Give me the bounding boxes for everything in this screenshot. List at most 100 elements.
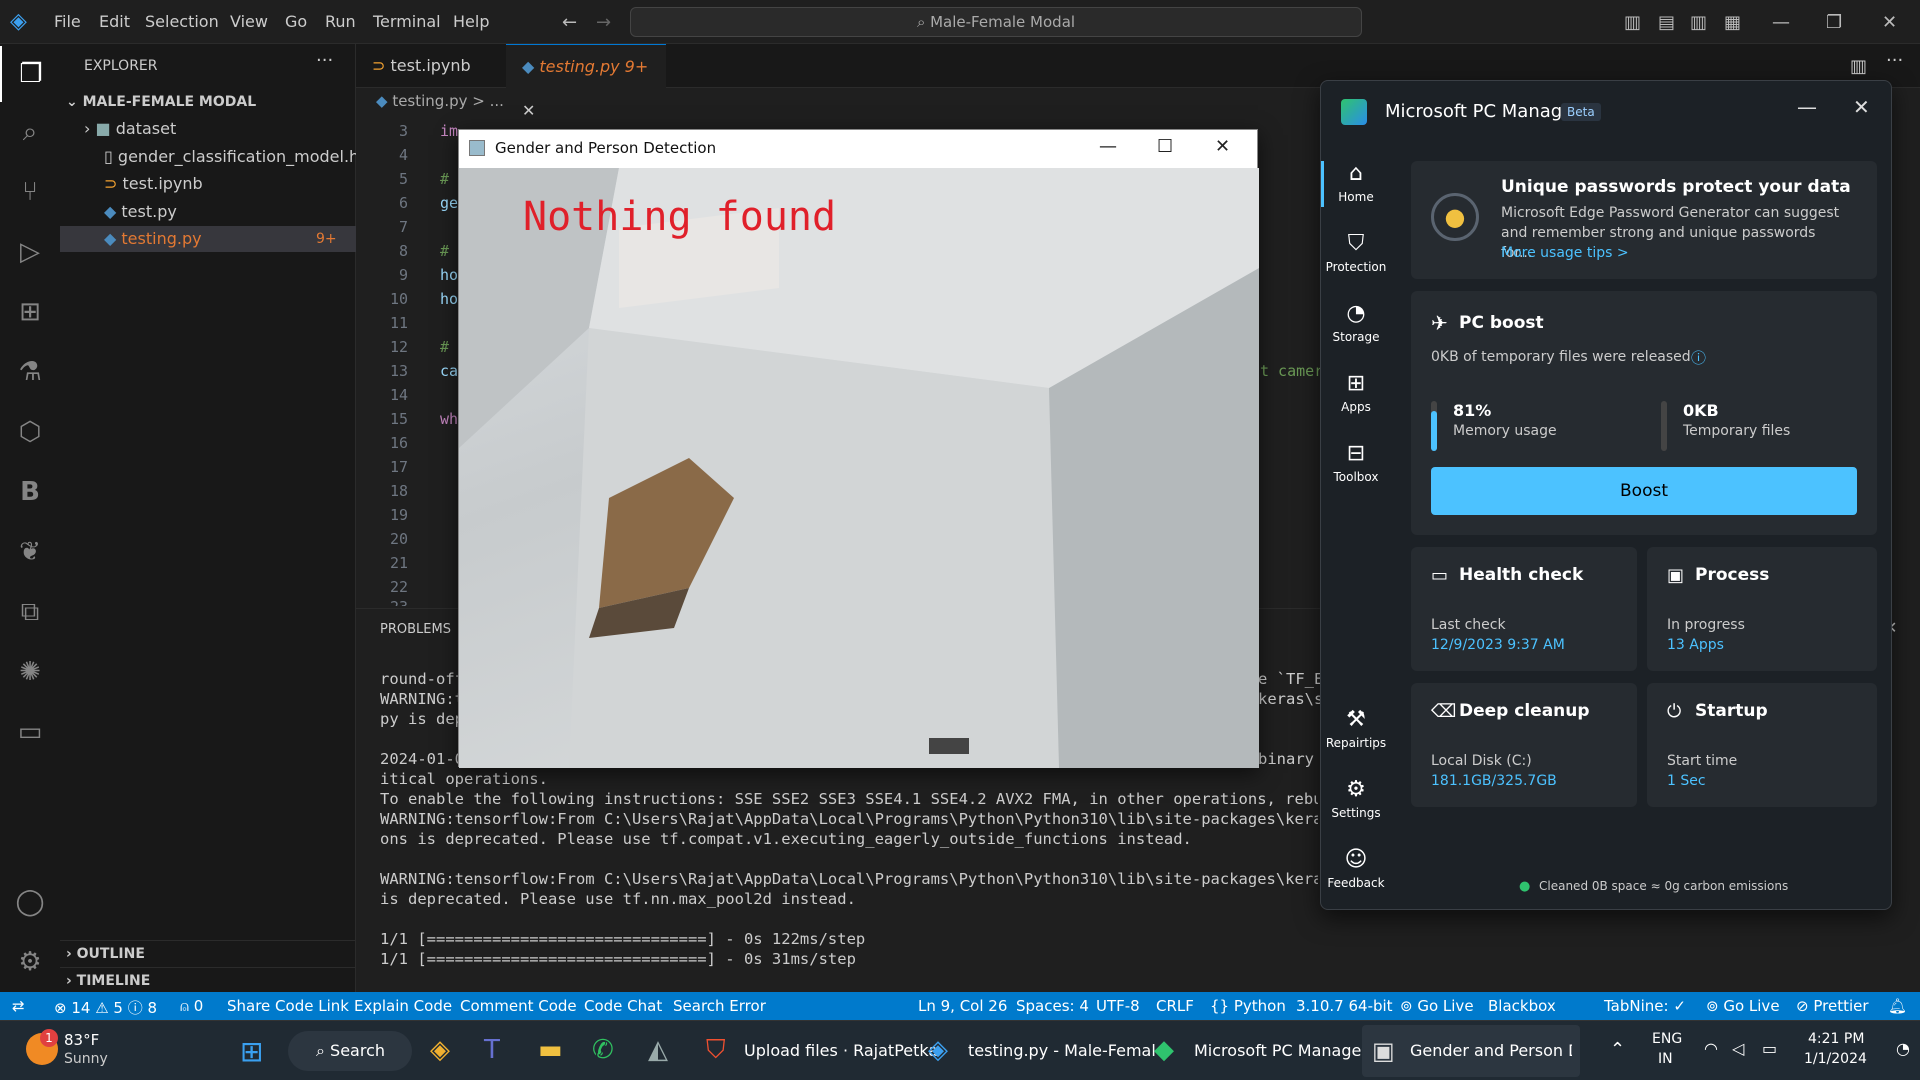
toggle-secondary-sidebar-icon[interactable]: ▥ xyxy=(1690,12,1707,33)
more-tips-link[interactable]: More usage tips > xyxy=(1501,245,1629,261)
notification-bell-icon[interactable]: ◔ xyxy=(1896,1039,1910,1058)
toggle-panel-icon[interactable]: ▤ xyxy=(1658,12,1675,33)
maximize-icon[interactable]: ☐ xyxy=(1157,136,1173,157)
timeline-section[interactable]: › TIMELINE xyxy=(60,967,356,993)
menu-view[interactable]: View xyxy=(230,12,268,31)
close-tab-icon[interactable]: ✕ xyxy=(522,101,535,120)
boost-button[interactable]: Boost xyxy=(1431,467,1857,515)
settings-gear-icon[interactable]: ⚙ xyxy=(0,934,60,990)
explain-code[interactable]: Explain Code xyxy=(354,997,452,1015)
folder-header[interactable]: ⌄ MALE-FEMALE MODAL xyxy=(60,89,356,115)
weather-temp[interactable]: 83°F xyxy=(64,1031,99,1049)
menu-go[interactable]: Go xyxy=(285,12,307,31)
prettier-status[interactable]: ⊘ Prettier xyxy=(1796,997,1869,1015)
menu-edit[interactable]: Edit xyxy=(99,12,130,31)
tree-item-testing-py[interactable]: ◆ testing.py 9+ xyxy=(60,226,356,252)
menu-terminal[interactable]: Terminal xyxy=(373,12,441,31)
taskbar-app-brave[interactable]: Upload files · RajatPetka xyxy=(744,1041,938,1060)
startup-card[interactable]: ⏻ Startup Start time 1 Sec xyxy=(1647,683,1877,807)
remote-explorer-icon[interactable]: ⬡ xyxy=(0,404,60,460)
tabnine-status[interactable]: TabNine: ✓ xyxy=(1604,997,1686,1015)
mongodb-leaf-icon[interactable]: ❦ xyxy=(0,524,60,580)
taskbar-search[interactable]: ⌕ Search xyxy=(288,1031,412,1071)
taskbar-app-pcmanager[interactable]: Microsoft PC Manager xyxy=(1194,1041,1368,1060)
outline-section[interactable]: › OUTLINE xyxy=(60,940,356,966)
battery-icon[interactable]: ▭ xyxy=(1762,1039,1777,1058)
tab-testing-py[interactable]: ◆ testing.py 9+ ✕ xyxy=(506,44,666,120)
python-icon[interactable]: ⧉ xyxy=(0,584,60,640)
windows-start-icon[interactable]: ⊞ xyxy=(240,1035,263,1068)
breadcrumb[interactable]: ◆ testing.py > ... xyxy=(376,92,504,110)
process-card[interactable]: ▣ Process In progress 13 Apps xyxy=(1647,547,1877,671)
vscode-icon[interactable]: ◈ xyxy=(928,1035,948,1065)
command-center-search[interactable]: ⌕ Male-Female Modal xyxy=(630,7,1362,37)
taskbar-app-detection[interactable]: Gender and Person Dete xyxy=(1410,1041,1572,1060)
health-check-card[interactable]: ▭ Health check Last check 12/9/2023 9:37… xyxy=(1411,547,1637,671)
menu-selection[interactable]: Selection xyxy=(145,12,219,31)
openai-icon[interactable]: ✺ xyxy=(0,644,60,700)
brave-icon[interactable]: ⛉ xyxy=(706,1035,726,1066)
go-live-2[interactable]: ⊚ Go Live xyxy=(1706,997,1780,1015)
split-editor-icon[interactable]: ▥ xyxy=(1850,56,1867,77)
run-debug-icon[interactable]: ▷ xyxy=(0,224,60,280)
explorer-icon[interactable]: ❐ xyxy=(0,46,60,102)
encoding[interactable]: UTF-8 xyxy=(1096,997,1140,1015)
python-version[interactable]: 3.10.7 64-bit xyxy=(1296,997,1393,1015)
cv-window-icon[interactable]: ▣ xyxy=(1372,1037,1395,1065)
more-actions-icon[interactable]: ··· xyxy=(1886,50,1903,71)
app-icon[interactable]: ◭ xyxy=(648,1035,668,1065)
clock-time[interactable]: 4:21 PM xyxy=(1808,1031,1864,1047)
account-icon[interactable]: ◯ xyxy=(0,874,60,930)
indentation[interactable]: Spaces: 4 xyxy=(1016,997,1089,1015)
code-chat[interactable]: Code Chat xyxy=(584,997,662,1015)
customize-layout-icon[interactable]: ▦ xyxy=(1724,12,1741,33)
ports-status[interactable]: ⍝ 0 xyxy=(180,997,203,1015)
tab-test-ipynb[interactable]: ⊃ test.ipynb xyxy=(356,44,506,88)
minimize-icon[interactable]: — xyxy=(1797,95,1817,119)
nav-apps[interactable]: ⊞ Apps xyxy=(1321,371,1391,414)
tree-item-dataset[interactable]: › ■ dataset xyxy=(60,116,356,142)
tree-item-ipynb[interactable]: ⊃ test.ipynb xyxy=(60,171,356,197)
nav-home[interactable]: ⌂ Home xyxy=(1321,161,1391,204)
nav-settings[interactable]: ⚙ Settings xyxy=(1321,777,1391,820)
close-icon[interactable]: ✕ xyxy=(1215,136,1230,157)
nav-repairtips[interactable]: ⚒ Repairtips xyxy=(1321,707,1391,750)
volume-icon[interactable]: ◁ xyxy=(1732,1039,1744,1058)
blackbox-icon[interactable]: B xyxy=(0,464,60,520)
tree-item-h5[interactable]: ▯ gender_classification_model.h5 xyxy=(60,144,369,170)
notifications-icon[interactable]: 🔔︎ xyxy=(1888,997,1907,1015)
copilot-icon[interactable]: ◈ xyxy=(430,1035,450,1065)
chevron-up-icon[interactable]: ⌃ xyxy=(1610,1039,1625,1060)
toggle-sidebar-icon[interactable]: ▥ xyxy=(1624,12,1641,33)
nav-protection[interactable]: ⛉ Protection xyxy=(1321,231,1391,274)
language-code[interactable]: ENG xyxy=(1652,1031,1682,1047)
teams-icon[interactable]: T xyxy=(484,1035,500,1065)
more-actions-icon[interactable]: ··· xyxy=(316,50,333,71)
minimize-icon[interactable]: — xyxy=(1099,136,1117,157)
search-error[interactable]: Search Error xyxy=(673,997,766,1015)
whatsapp-icon[interactable]: ✆ xyxy=(592,1035,614,1065)
restore-icon[interactable]: ❐ xyxy=(1826,12,1842,33)
deep-cleanup-card[interactable]: ⌫ Deep cleanup Local Disk (C:) 181.1GB/3… xyxy=(1411,683,1637,807)
testing-icon[interactable]: ⚗ xyxy=(0,344,60,400)
pc-manager-window[interactable]: Microsoft PC Manager Beta — ✕ ⌂ Home ⛉ Pro… xyxy=(1320,80,1892,910)
source-control-icon[interactable]: ⑂ xyxy=(0,164,60,220)
wifi-icon[interactable]: ◠ xyxy=(1704,1039,1718,1058)
back-arrow-icon[interactable]: ← xyxy=(562,12,577,33)
menu-run[interactable]: Run xyxy=(325,12,356,31)
tab-problems[interactable]: PROBLEMS xyxy=(380,622,451,637)
tip-card[interactable]: ● Unique passwords protect your data Mic… xyxy=(1411,161,1877,279)
menu-file[interactable]: File xyxy=(54,12,81,31)
file-explorer-icon[interactable]: ▬ xyxy=(538,1035,563,1065)
gender-detection-window[interactable]: Gender and Person Detection — ☐ ✕ Nothin… xyxy=(458,129,1259,768)
forward-arrow-icon[interactable]: → xyxy=(596,12,611,33)
nav-toolbox[interactable]: ⊟ Toolbox xyxy=(1321,441,1391,484)
share-code-link[interactable]: Share Code Link xyxy=(227,997,349,1015)
go-live[interactable]: ⊚ Go Live xyxy=(1400,997,1474,1015)
language-mode[interactable]: {} Python xyxy=(1210,997,1286,1015)
blackbox-status[interactable]: Blackbox xyxy=(1488,997,1556,1015)
remote-icon[interactable]: ⇄ xyxy=(12,997,25,1015)
pc-manager-icon[interactable]: ◆ xyxy=(1154,1035,1174,1065)
problems-status[interactable]: ⊗ 14 ⚠ 5 ⓘ 8 xyxy=(54,997,157,1018)
cursor-position[interactable]: Ln 9, Col 26 xyxy=(918,997,1007,1015)
